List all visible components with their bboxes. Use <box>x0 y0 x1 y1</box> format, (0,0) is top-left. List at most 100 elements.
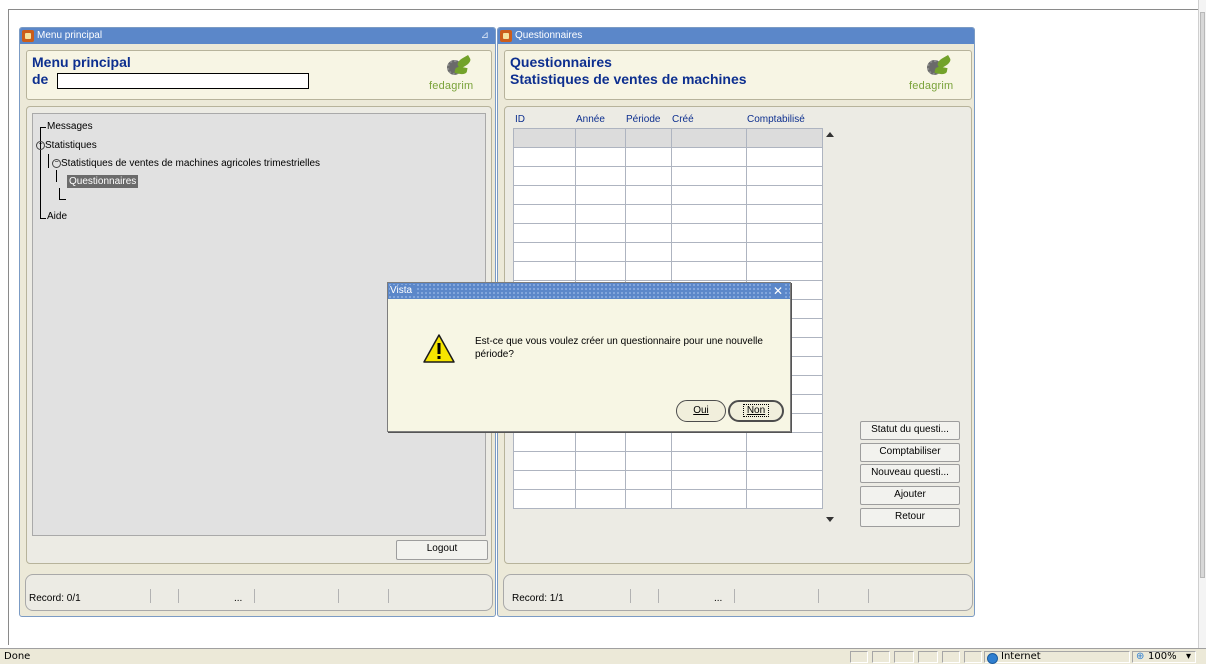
table-cell[interactable] <box>575 261 626 281</box>
table-cell[interactable] <box>671 128 747 148</box>
page-border-top <box>8 9 1198 10</box>
table-cell[interactable] <box>625 223 672 243</box>
table-cell[interactable] <box>746 261 823 281</box>
table-cell[interactable] <box>513 242 576 262</box>
table-cell[interactable] <box>625 128 672 148</box>
column-header-id: ID <box>515 114 525 125</box>
table-cell[interactable] <box>625 204 672 224</box>
browser-status-bar: Done Internet ⊕ 100% ▾ <box>0 648 1206 664</box>
table-cell[interactable] <box>513 204 576 224</box>
table-cell[interactable] <box>671 204 747 224</box>
table-cell[interactable] <box>575 204 626 224</box>
window-titlebar[interactable]: Menu principal ⊿ <box>20 28 495 44</box>
table-cell[interactable] <box>575 166 626 186</box>
comptabiliser-button[interactable]: Comptabiliser <box>860 443 960 462</box>
table-cell[interactable] <box>746 223 823 243</box>
table-cell[interactable] <box>513 147 576 167</box>
table-cell[interactable] <box>671 451 747 471</box>
tree-item-messages[interactable]: Messages <box>47 121 93 132</box>
expand-icon[interactable]: − <box>52 158 61 168</box>
table-cell[interactable] <box>513 489 576 509</box>
zoom-control[interactable]: ⊕ 100% ▾ <box>1132 651 1196 663</box>
table-cell[interactable] <box>671 147 747 167</box>
table-cell[interactable] <box>671 261 747 281</box>
dialog-title: Vista <box>390 285 417 296</box>
scroll-up-icon[interactable] <box>826 132 834 137</box>
table-cell[interactable] <box>671 489 747 509</box>
expand-icon[interactable]: − <box>36 140 45 150</box>
table-cell[interactable] <box>625 470 672 490</box>
table-cell[interactable] <box>625 242 672 262</box>
table-cell[interactable] <box>513 166 576 186</box>
table-cell[interactable] <box>513 470 576 490</box>
record-label: Record: 0/1 <box>29 593 81 604</box>
window-header: Menu principal de fedagrim <box>26 50 492 100</box>
dialog-titlebar[interactable]: Vista <box>388 283 790 299</box>
table-cell[interactable] <box>513 223 576 243</box>
minimize-icon[interactable]: ⊿ <box>481 28 489 44</box>
table-cell[interactable] <box>671 185 747 205</box>
oui-button[interactable]: Oui <box>676 400 726 422</box>
security-zone[interactable]: Internet <box>984 651 1130 664</box>
table-cell[interactable] <box>625 166 672 186</box>
table-cell[interactable] <box>625 432 672 452</box>
nouveau-questionnaire-button[interactable]: Nouveau questi... <box>860 464 960 483</box>
scrollbar-thumb[interactable] <box>1200 12 1205 578</box>
table-cell[interactable] <box>575 223 626 243</box>
table-cell[interactable] <box>671 242 747 262</box>
table-cell[interactable] <box>746 432 823 452</box>
table-cell[interactable] <box>575 128 626 148</box>
table-cell[interactable] <box>671 223 747 243</box>
table-cell[interactable] <box>746 147 823 167</box>
vista-dialog: Vista ✕ Est-ce que vous voulez créer un … <box>387 282 791 432</box>
table-cell[interactable] <box>625 489 672 509</box>
table-cell[interactable] <box>575 432 626 452</box>
table-cell[interactable] <box>513 128 576 148</box>
table-cell[interactable] <box>746 451 823 471</box>
logout-button[interactable]: Logout <box>396 540 488 560</box>
page-title: Questionnaires <box>510 54 612 70</box>
retour-button[interactable]: Retour <box>860 508 960 527</box>
table-cell[interactable] <box>746 489 823 509</box>
table-cell[interactable] <box>746 128 823 148</box>
table-cell[interactable] <box>625 185 672 205</box>
chevron-down-icon[interactable]: ▾ <box>1186 651 1191 662</box>
table-cell[interactable] <box>746 204 823 224</box>
scroll-down-icon[interactable] <box>826 517 834 522</box>
record-ellipsis: ... <box>714 593 723 604</box>
table-cell[interactable] <box>746 185 823 205</box>
dialog-message: Est-ce que vous voulez créer un question… <box>475 336 763 360</box>
table-cell[interactable] <box>513 432 576 452</box>
table-cell[interactable] <box>513 185 576 205</box>
window-titlebar[interactable]: Questionnaires <box>498 28 974 44</box>
status-text: Done <box>4 651 31 662</box>
tree-item-questionnaires[interactable]: Questionnaires <box>67 175 139 188</box>
table-cell[interactable] <box>575 147 626 167</box>
table-scrollbar[interactable] <box>824 131 836 524</box>
table-cell[interactable] <box>671 166 747 186</box>
table-cell[interactable] <box>513 451 576 471</box>
table-cell[interactable] <box>671 432 747 452</box>
table-cell[interactable] <box>575 451 626 471</box>
table-cell[interactable] <box>575 489 626 509</box>
statut-questionnaire-button[interactable]: Statut du questi... <box>860 421 960 440</box>
tree-item-aide[interactable]: Aide <box>47 211 67 222</box>
table-cell[interactable] <box>513 261 576 281</box>
table-cell[interactable] <box>671 470 747 490</box>
globe-icon <box>987 653 998 664</box>
tree-item-statistiques-ventes[interactable]: − Statistiques de ventes de machines agri… <box>52 158 320 169</box>
table-cell[interactable] <box>625 147 672 167</box>
table-cell[interactable] <box>575 470 626 490</box>
table-cell[interactable] <box>575 242 626 262</box>
ajouter-button[interactable]: Ajouter <box>860 486 960 505</box>
table-cell[interactable] <box>625 451 672 471</box>
vertical-scrollbar[interactable] <box>1198 0 1206 648</box>
table-cell[interactable] <box>746 166 823 186</box>
non-button[interactable]: Non <box>728 400 784 422</box>
table-cell[interactable] <box>746 242 823 262</box>
table-cell[interactable] <box>746 470 823 490</box>
table-cell[interactable] <box>625 261 672 281</box>
close-icon[interactable]: ✕ <box>772 283 784 299</box>
table-cell[interactable] <box>575 185 626 205</box>
tree-item-statistiques[interactable]: − Statistiques <box>36 140 97 151</box>
